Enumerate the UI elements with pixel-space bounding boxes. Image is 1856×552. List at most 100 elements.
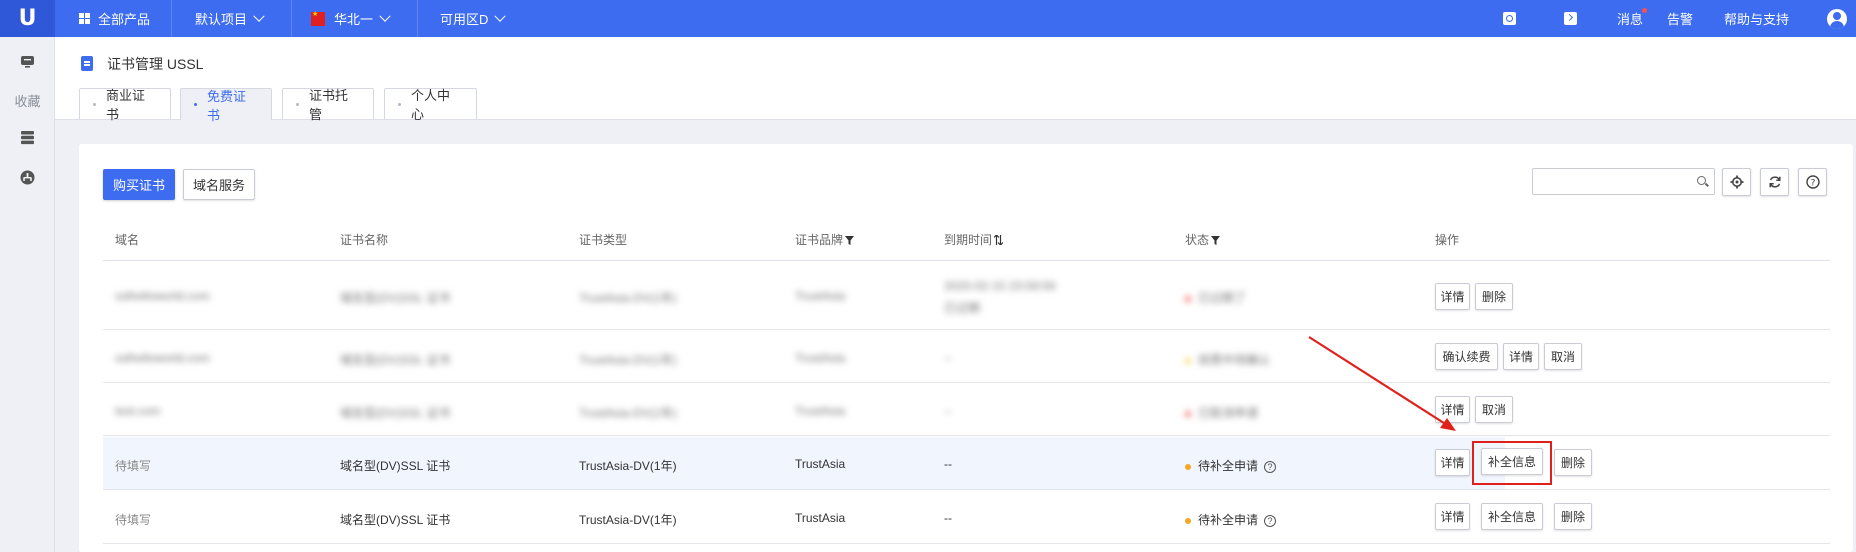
- tab-label: 免费证书: [207, 88, 247, 123]
- settings-button[interactable]: [1722, 168, 1751, 196]
- detail-button[interactable]: 详情: [1435, 449, 1470, 476]
- detail-button[interactable]: 详情: [1435, 396, 1470, 423]
- status-text: 已取消申请: [1198, 406, 1259, 420]
- cell-status: 待补全申请?: [1185, 511, 1277, 528]
- tab-label: 商业证书: [106, 88, 146, 122]
- cell-expire-note: 已过期: [944, 301, 981, 315]
- cell-domain: test.com: [115, 404, 161, 418]
- sort-icon: [993, 234, 1004, 246]
- status-text: 待补全申请: [1198, 513, 1259, 527]
- detail-button[interactable]: 详情: [1503, 343, 1539, 370]
- status-text: 待补全申请: [1198, 459, 1259, 473]
- complete-info-button[interactable]: 补全信息: [1481, 503, 1543, 530]
- cell-status: 待补全申请?: [1185, 457, 1277, 474]
- ops-cell: [1505, 261, 1830, 329]
- help-link[interactable]: 帮助与支持: [1724, 0, 1789, 37]
- header-cert-type: 证书类型: [579, 233, 628, 247]
- cell-brand: TrustAsia: [795, 511, 846, 525]
- delete-button[interactable]: 删除: [1554, 503, 1592, 530]
- status-dot: [1185, 357, 1191, 364]
- header-brand-label: 证书品牌: [795, 233, 844, 247]
- console-shortcut[interactable]: [1564, 0, 1577, 37]
- cancel-button[interactable]: 取消: [1475, 396, 1513, 423]
- cancel-button[interactable]: 取消: [1544, 343, 1582, 370]
- filter-icon: [1211, 236, 1221, 245]
- delete-button[interactable]: 删除: [1475, 283, 1513, 310]
- all-products-menu[interactable]: 全部产品: [55, 0, 172, 37]
- grid-icon: [79, 13, 90, 24]
- status-text: 续费中待确认: [1198, 353, 1271, 367]
- region-label: 华北一: [334, 12, 374, 27]
- detail-button[interactable]: 详情: [1435, 283, 1470, 310]
- search-input[interactable]: [1532, 168, 1715, 195]
- table-row: 待填写 域名型(DV)SSL 证书 TrustAsia-DV(1年) Trust…: [103, 491, 1830, 544]
- user-avatar-icon: [1827, 8, 1847, 29]
- search-shortcut[interactable]: [1503, 0, 1516, 37]
- project-selector[interactable]: 默认项目: [172, 0, 292, 37]
- search-icon: [1697, 176, 1706, 185]
- cell-cert-type: TrustAsia-DV(1年): [579, 291, 677, 305]
- refresh-button[interactable]: [1760, 168, 1789, 196]
- delete-button[interactable]: 删除: [1554, 449, 1592, 476]
- cell-status: 已取消申请: [1185, 404, 1258, 421]
- cell-domain: 待填写: [115, 459, 152, 473]
- status-dot: [1185, 517, 1191, 524]
- table-row: sslhelloworld.com 域名型(DV)SSL 证书 TrustAsi…: [103, 261, 1830, 330]
- cell-expire: --: [944, 351, 952, 365]
- header-status[interactable]: 状态: [1185, 231, 1221, 248]
- sidebar-favorites[interactable]: 收藏: [0, 91, 55, 110]
- cell-expire: 2020-02-15 23:59:59: [944, 279, 1056, 293]
- svg-text:?: ?: [1810, 178, 1815, 188]
- status-dot: [1185, 410, 1191, 417]
- alarms-link[interactable]: 告警: [1667, 0, 1693, 37]
- chevron-down-icon: [379, 10, 391, 22]
- region-selector[interactable]: 华北一: [292, 0, 418, 37]
- detail-button[interactable]: 详情: [1435, 503, 1470, 530]
- header-status-label: 状态: [1185, 233, 1210, 247]
- header-brand[interactable]: 证书品牌: [795, 231, 855, 248]
- tab-personal-center[interactable]: 个人中心: [384, 88, 477, 122]
- help-label: 帮助与支持: [1724, 12, 1790, 27]
- server-icon[interactable]: [20, 130, 35, 145]
- header-cert-name: 证书名称: [340, 233, 389, 247]
- cert-list-panel: 购买证书 域名服务 ? 域名 证书名称 证书类型 证书品牌 到期时间 状态 操作: [79, 144, 1853, 552]
- question-icon: ?: [1805, 175, 1820, 189]
- tab-cert-hosting[interactable]: 证书托管: [282, 88, 374, 122]
- tab-label: 证书托管: [309, 88, 349, 122]
- cell-expire: --: [944, 457, 952, 471]
- help-button[interactable]: ?: [1798, 168, 1827, 196]
- cell-domain: 待填写: [115, 513, 152, 527]
- tab-free-cert[interactable]: 免费证书: [180, 88, 272, 123]
- user-menu[interactable]: [1827, 0, 1847, 37]
- monitor-icon[interactable]: [20, 54, 35, 69]
- network-icon[interactable]: [20, 170, 35, 185]
- buy-cert-button[interactable]: 购买证书: [103, 169, 175, 200]
- all-products-label: 全部产品: [98, 12, 151, 27]
- gear-icon: [1730, 175, 1743, 189]
- search-icon: [1503, 12, 1516, 25]
- tab-commercial-cert[interactable]: 商业证书: [79, 88, 171, 122]
- zone-selector[interactable]: 可用区D: [418, 0, 528, 37]
- highlight-box: [1472, 441, 1552, 485]
- confirm-renew-button[interactable]: 确认续费: [1435, 343, 1498, 370]
- tab-label: 个人中心: [411, 88, 451, 122]
- ops-cell: [1505, 384, 1830, 435]
- question-icon[interactable]: ?: [1264, 460, 1277, 473]
- refresh-icon: [1768, 176, 1781, 188]
- header-ops: 操作: [1435, 233, 1460, 247]
- table-row: test.com 域名型(DV)SSL 证书 TrustAsia-DV(1年) …: [103, 384, 1830, 436]
- cell-brand: TrustAsia: [795, 289, 846, 303]
- question-icon[interactable]: ?: [1264, 514, 1277, 527]
- brand-logo[interactable]: U: [0, 0, 55, 37]
- top-bar: U 全部产品 默认项目 华北一 可用区D 消息 告警 帮助与支持: [0, 0, 1856, 37]
- cell-status: 续费中待确认: [1185, 351, 1270, 368]
- domain-service-button[interactable]: 域名服务: [183, 169, 255, 200]
- certificate-icon: [81, 56, 93, 71]
- zone-label: 可用区D: [440, 12, 489, 27]
- cell-domain: sslhelloworld.com: [115, 289, 210, 303]
- header-expire[interactable]: 到期时间: [944, 231, 1004, 248]
- messages-link[interactable]: 消息: [1617, 0, 1643, 37]
- cell-expire: --: [944, 511, 952, 525]
- header-expire-label: 到期时间: [944, 233, 993, 247]
- unread-dot: [1642, 8, 1647, 13]
